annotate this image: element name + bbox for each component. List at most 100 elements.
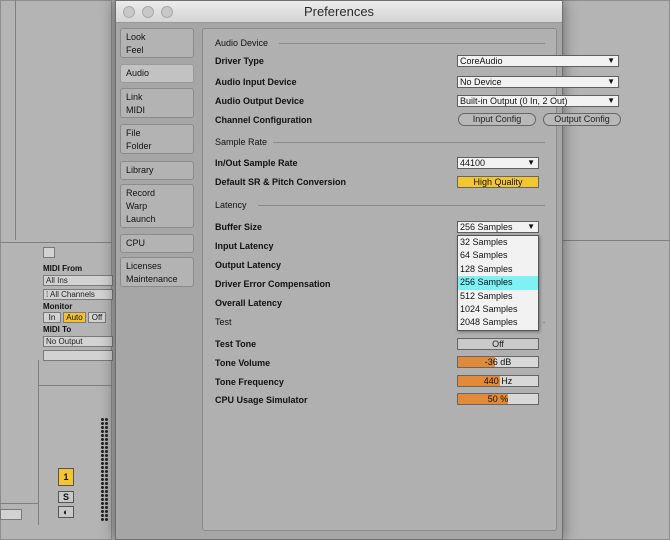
buffer-size-option[interactable]: 512 Samples xyxy=(458,290,538,303)
arm-icon: ◐ xyxy=(63,507,69,517)
meter-segment xyxy=(105,458,108,461)
audio-input-device-label: Audio Input Device xyxy=(215,77,297,87)
chevron-down-icon: ▼ xyxy=(607,96,615,105)
inout-sample-rate-value: 44100 xyxy=(460,158,486,168)
tab-link-midi[interactable]: Link MIDI xyxy=(120,88,194,118)
output-latency-label: Output Latency xyxy=(215,260,282,270)
tab-label: Look xyxy=(126,32,146,42)
meter-segment xyxy=(105,462,108,465)
monitor-off-button[interactable]: Off xyxy=(88,312,106,323)
tab-record-warp-launch[interactable]: Record Warp Launch xyxy=(120,184,194,228)
meter-segment xyxy=(105,514,108,517)
default-sr-toggle[interactable]: High Quality xyxy=(457,176,539,188)
section-rule xyxy=(258,205,545,206)
section-heading-test: Test xyxy=(215,317,232,327)
section-rule xyxy=(543,322,545,323)
tone-frequency-label: Tone Frequency xyxy=(215,377,284,387)
buffer-size-option[interactable]: 1024 Samples xyxy=(458,303,538,316)
meter-segment xyxy=(101,450,104,453)
tone-frequency-value: 440 Hz xyxy=(483,376,513,386)
midi-channel-value: All Channels xyxy=(50,290,95,299)
monitor-auto-button[interactable]: Auto xyxy=(63,312,86,323)
chevron-down-icon: ▼ xyxy=(607,77,615,86)
meter-segment xyxy=(105,426,108,429)
tab-cpu[interactable]: CPU xyxy=(120,234,194,253)
section-heading-latency: Latency xyxy=(215,200,247,210)
arm-button[interactable]: ◐ xyxy=(58,506,74,518)
buffer-size-option[interactable]: 128 Samples xyxy=(458,263,538,276)
meter-segment xyxy=(105,454,108,457)
midi-from-chooser[interactable]: All Ins xyxy=(43,275,113,286)
tone-volume-label: Tone Volume xyxy=(215,358,271,368)
bottom-field[interactable] xyxy=(0,509,22,520)
midi-to-chooser[interactable]: No Output xyxy=(43,336,113,347)
tone-volume-slider[interactable]: -36 dB xyxy=(457,356,539,368)
buffer-size-chooser[interactable]: 256 Samples ▼ xyxy=(457,221,539,233)
meter-segment xyxy=(101,462,104,465)
chevron-down-icon: ▼ xyxy=(527,222,535,231)
tab-audio[interactable]: Audio xyxy=(120,64,194,83)
io-toggle[interactable] xyxy=(43,247,55,258)
midi-from-label: MIDI From xyxy=(43,264,83,273)
driver-error-compensation-label: Driver Error Compensation xyxy=(215,279,331,289)
buffer-size-option[interactable]: 2048 Samples xyxy=(458,316,538,329)
monitor-in-button[interactable]: In xyxy=(43,312,61,323)
audio-output-device-chooser[interactable]: Built-in Output (0 In, 2 Out) ▼ xyxy=(457,95,619,107)
solo-button[interactable]: S xyxy=(58,491,74,503)
tab-label: Audio xyxy=(126,68,150,78)
buffer-size-option[interactable]: 32 Samples xyxy=(458,236,538,249)
input-config-button[interactable]: Input Config xyxy=(458,113,536,126)
audio-input-device-value: No Device xyxy=(460,77,502,87)
meter-segment xyxy=(101,490,104,493)
tone-frequency-slider[interactable]: 440 Hz xyxy=(457,375,539,387)
meter-segment xyxy=(101,446,104,449)
tab-licenses-maintenance[interactable]: Licenses Maintenance xyxy=(120,257,194,287)
tab-label: Link xyxy=(126,92,143,102)
track-activator-button[interactable]: 1 xyxy=(58,468,74,486)
meter-segment xyxy=(101,474,104,477)
section-heading-sample-rate: Sample Rate xyxy=(215,137,268,147)
divider xyxy=(38,385,112,386)
tab-look-feel[interactable]: Look Feel xyxy=(120,28,194,58)
meter-segment xyxy=(105,418,108,421)
midi-to-channel-chooser[interactable] xyxy=(43,350,113,361)
meter-segment xyxy=(101,430,104,433)
meter-segment xyxy=(105,502,108,505)
meter-segment xyxy=(105,498,108,501)
audio-input-device-chooser[interactable]: No Device ▼ xyxy=(457,76,619,88)
preferences-window: Preferences Look Feel Audio Link MIDI Fi… xyxy=(115,0,621,540)
tab-label: MIDI xyxy=(126,105,145,115)
divider xyxy=(560,240,670,241)
tab-label: Feel xyxy=(126,45,144,55)
buffer-size-option[interactable]: 64 Samples xyxy=(458,249,538,262)
title-bar[interactable]: Preferences xyxy=(116,1,562,23)
audio-output-device-label: Audio Output Device xyxy=(215,96,305,106)
meter-segment xyxy=(105,474,108,477)
tab-library[interactable]: Library xyxy=(120,161,194,180)
input-latency-label: Input Latency xyxy=(215,241,274,251)
tab-label: Launch xyxy=(126,214,156,224)
driver-type-chooser[interactable]: CoreAudio ▼ xyxy=(457,55,619,67)
tab-label: Licenses xyxy=(126,261,162,271)
tab-label: Maintenance xyxy=(126,274,178,284)
meter-segment xyxy=(101,502,104,505)
overall-latency-label: Overall Latency xyxy=(215,298,283,308)
test-tone-toggle[interactable]: Off xyxy=(457,338,539,350)
tab-file-folder[interactable]: File Folder xyxy=(120,124,194,154)
buffer-size-option[interactable]: 256 Samples xyxy=(458,276,538,290)
meter-segment xyxy=(105,486,108,489)
meter-segment xyxy=(105,434,108,437)
cpu-usage-simulator-slider[interactable]: 50 % xyxy=(457,393,539,405)
divider xyxy=(0,242,112,243)
meter-segment xyxy=(101,478,104,481)
driver-type-value: CoreAudio xyxy=(460,56,503,66)
test-tone-label: Test Tone xyxy=(215,339,257,349)
chevron-down-icon: ▼ xyxy=(527,158,535,167)
meter-segment xyxy=(105,438,108,441)
driver-type-label: Driver Type xyxy=(215,56,264,66)
output-config-button[interactable]: Output Config xyxy=(543,113,621,126)
meter-segment xyxy=(105,478,108,481)
inout-sample-rate-chooser[interactable]: 44100 ▼ xyxy=(457,157,539,169)
midi-channel-chooser[interactable]: ⁞ All Channels xyxy=(43,289,113,300)
tab-label: File xyxy=(126,128,141,138)
